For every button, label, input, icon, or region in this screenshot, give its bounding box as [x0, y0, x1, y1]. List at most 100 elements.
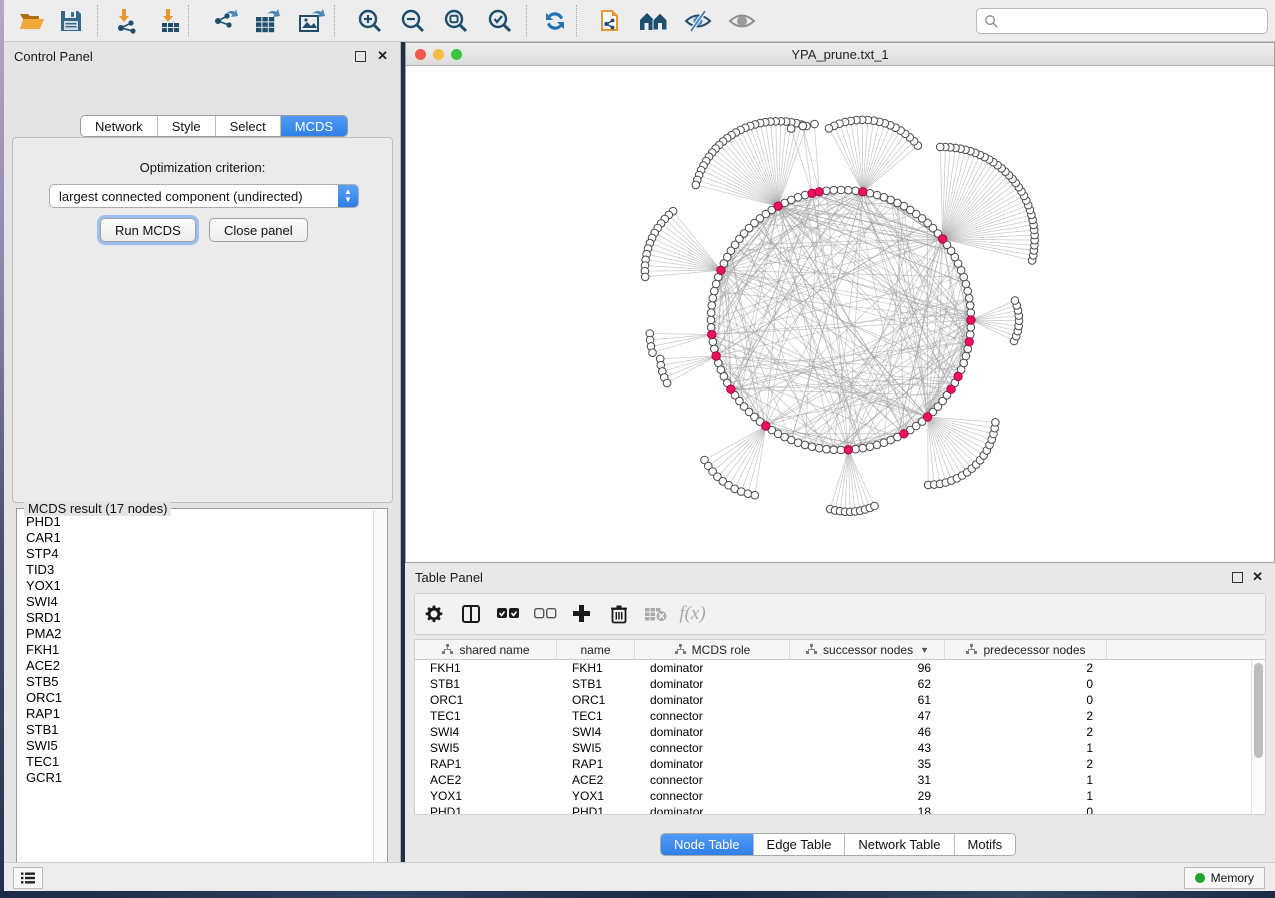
export-image-icon[interactable] — [296, 6, 326, 36]
refresh-icon[interactable] — [540, 6, 570, 36]
mcds-node[interactable] — [844, 446, 852, 454]
network-node[interactable] — [707, 316, 715, 324]
save-session-icon[interactable] — [56, 6, 86, 36]
network-node[interactable] — [845, 186, 853, 194]
network-node[interactable] — [787, 125, 795, 133]
search-box[interactable] — [976, 8, 1268, 34]
zoom-in-icon[interactable] — [354, 6, 384, 36]
network-node[interactable] — [711, 287, 719, 295]
table-settings-icon[interactable] — [415, 603, 452, 625]
network-node[interactable] — [808, 443, 816, 451]
run-mcds-button[interactable]: Run MCDS — [100, 218, 196, 242]
close-panel-icon[interactable]: ✕ — [377, 48, 388, 64]
network-node[interactable] — [815, 444, 823, 452]
column-layout-icon[interactable] — [452, 603, 489, 625]
mcds-node[interactable] — [947, 385, 955, 393]
mcds-result-item[interactable]: RAP1 — [26, 706, 373, 722]
column-header-predecessor-nodes[interactable]: predecessor nodes — [945, 640, 1107, 659]
network-node[interactable] — [823, 445, 831, 453]
network-frame-titlebar[interactable]: YPA_prune.txt_1 — [406, 43, 1274, 66]
export-network-icon[interactable] — [210, 6, 240, 36]
table-scrollbar[interactable] — [1251, 660, 1265, 814]
mcds-result-item[interactable]: CAR1 — [26, 530, 373, 546]
mcds-node[interactable] — [774, 202, 782, 210]
mcds-node[interactable] — [859, 188, 867, 196]
network-node[interactable] — [751, 491, 759, 499]
network-node[interactable] — [707, 309, 715, 317]
network-node[interactable] — [962, 352, 970, 360]
mcds-result-item[interactable]: TID3 — [26, 562, 373, 578]
mcds-node[interactable] — [717, 266, 725, 274]
table-row[interactable]: SWI4SWI4dominator462 — [415, 724, 1251, 740]
network-node[interactable] — [837, 186, 845, 194]
tab-network[interactable]: Network — [81, 116, 158, 136]
table-row[interactable]: ORC1ORC1dominator610 — [415, 692, 1251, 708]
mcds-result-item[interactable]: SWI4 — [26, 594, 373, 610]
table-row[interactable]: ACE2ACE2connector311 — [415, 772, 1251, 788]
mcds-result-item[interactable]: YOX1 — [26, 578, 373, 594]
import-network-icon[interactable] — [112, 6, 142, 36]
network-node[interactable] — [692, 181, 700, 189]
close-table-panel-icon[interactable]: ✕ — [1252, 569, 1263, 585]
table-row[interactable]: PHD1PHD1dominator180 — [415, 804, 1251, 814]
mcds-list-scrollbar[interactable] — [373, 510, 386, 878]
zoom-fit-icon[interactable] — [440, 6, 470, 36]
mcds-result-item[interactable]: STB5 — [26, 674, 373, 690]
zoom-selected-icon[interactable] — [484, 6, 514, 36]
mcds-node[interactable] — [954, 372, 962, 380]
show-all-icon[interactable] — [727, 6, 757, 36]
network-node[interactable] — [964, 287, 972, 295]
close-panel-button[interactable]: Close panel — [209, 218, 308, 242]
mcds-result-listbox[interactable]: PHD1CAR1STP4TID3YOX1SWI4SRD1PMA2FKH1ACE2… — [16, 508, 388, 880]
import-table-icon[interactable] — [156, 6, 186, 36]
mcds-node[interactable] — [923, 413, 931, 421]
network-node[interactable] — [811, 120, 819, 128]
network-node[interactable] — [709, 294, 717, 302]
table-row[interactable]: FKH1FKH1dominator962 — [415, 660, 1251, 676]
table-row[interactable]: YOX1YOX1connector291 — [415, 788, 1251, 804]
mcds-result-item[interactable]: ORC1 — [26, 690, 373, 706]
column-header-MCDS-role[interactable]: MCDS role — [635, 640, 790, 659]
zoom-out-icon[interactable] — [397, 6, 427, 36]
mcds-result-item[interactable]: SRD1 — [26, 610, 373, 626]
network-node[interactable] — [873, 191, 881, 199]
add-column-icon[interactable] — [563, 603, 600, 625]
float-table-panel-icon[interactable] — [1232, 572, 1243, 583]
network-node[interactable] — [830, 446, 838, 454]
mcds-result-item[interactable]: PHD1 — [26, 514, 373, 530]
tab-select[interactable]: Select — [216, 116, 281, 136]
network-node[interactable] — [992, 419, 1000, 427]
network-node[interactable] — [744, 490, 752, 498]
table-row[interactable]: RAP1RAP1dominator352 — [415, 756, 1251, 772]
column-header-name[interactable]: name — [557, 640, 635, 659]
mcds-result-item[interactable]: FKH1 — [26, 642, 373, 658]
mcds-result-item[interactable]: ACE2 — [26, 658, 373, 674]
mcds-node[interactable] — [965, 338, 973, 346]
mcds-node[interactable] — [967, 316, 975, 324]
task-history-button[interactable] — [13, 867, 43, 889]
table-row[interactable]: STB1STB1dominator620 — [415, 676, 1251, 692]
column-header-successor-nodes[interactable]: successor nodes▼ — [790, 640, 945, 659]
network-node[interactable] — [801, 441, 809, 449]
mcds-node[interactable] — [900, 430, 908, 438]
tab-mcds[interactable]: MCDS — [281, 116, 347, 136]
export-table-icon[interactable] — [252, 6, 282, 36]
network-node[interactable] — [799, 122, 807, 130]
first-neighbors-icon[interactable] — [639, 6, 669, 36]
tab-node-table[interactable]: Node Table — [661, 834, 754, 855]
deselect-all-icon[interactable] — [526, 603, 563, 625]
mcds-node[interactable] — [762, 422, 770, 430]
network-document-icon[interactable] — [596, 6, 626, 36]
network-node[interactable] — [712, 280, 720, 288]
delete-column-icon[interactable] — [600, 603, 637, 625]
network-node[interactable] — [866, 443, 874, 451]
network-node[interactable] — [708, 302, 716, 310]
select-all-icon[interactable] — [489, 603, 526, 625]
table-row[interactable]: TEC1TEC1connector472 — [415, 708, 1251, 724]
mcds-result-item[interactable]: TEC1 — [26, 754, 373, 770]
network-node[interactable] — [663, 379, 671, 387]
search-input[interactable] — [999, 11, 1267, 31]
mcds-node[interactable] — [727, 385, 735, 393]
mcds-node[interactable] — [938, 235, 946, 243]
mcds-result-item[interactable]: STP4 — [26, 546, 373, 562]
